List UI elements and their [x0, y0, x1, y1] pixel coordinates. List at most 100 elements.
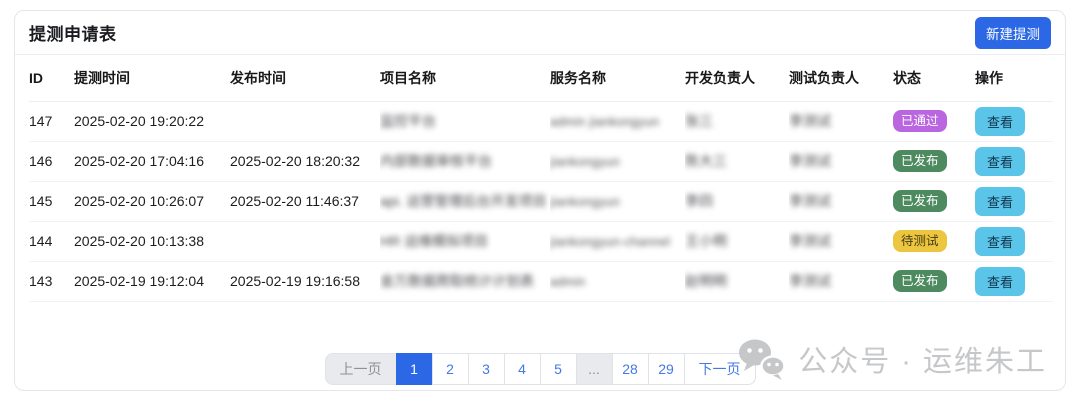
table-row: 1462025-02-20 17:04:162025-02-20 18:20:3…: [29, 141, 1053, 181]
cell-project-name: 内部数据审核平台: [380, 141, 550, 181]
cell-actions: 查看: [975, 141, 1053, 181]
pagination-page-29[interactable]: 29: [648, 353, 685, 385]
cell-status: 已发布: [893, 181, 975, 221]
blurred-dev-owner-text: 李四: [685, 193, 713, 209]
cell-publish-time: 2025-02-19 19:16:58: [230, 261, 380, 301]
status-badge: 已发布: [893, 270, 947, 293]
cell-service-name: jiankongyun: [550, 141, 685, 181]
pagination-ellipsis[interactable]: ...: [576, 353, 613, 385]
view-button[interactable]: 查看: [975, 267, 1025, 296]
blurred-test-owner-text: 李测试: [789, 193, 831, 209]
page-title: 提测申请表: [29, 20, 117, 45]
cell-service-name: admin jiankongyun: [550, 101, 685, 141]
pagination-page-4[interactable]: 4: [504, 353, 541, 385]
column-header-dev-owner: 开发负责人: [685, 55, 789, 101]
cell-test-owner: 李测试: [789, 261, 893, 301]
cell-publish-time: [230, 101, 380, 141]
blurred-dev-owner-text: 王小明: [685, 233, 727, 249]
view-button[interactable]: 查看: [975, 107, 1025, 136]
cell-id: 147: [29, 101, 74, 141]
cell-project-name: api. 运营管理后台开发项目: [380, 181, 550, 221]
cell-status: 待测试: [893, 221, 975, 261]
blurred-dev-owner-text: 张三: [685, 113, 713, 129]
cell-submit-time: 2025-02-20 10:13:38: [74, 221, 230, 261]
pagination-page-1[interactable]: 1: [396, 353, 433, 385]
cell-dev-owner: 王小明: [685, 221, 789, 261]
cell-project-name: HR 运维模拟项目: [380, 221, 550, 261]
blurred-service-text: admin: [550, 275, 586, 289]
pagination-page-2[interactable]: 2: [432, 353, 469, 385]
status-badge: 待测试: [893, 230, 947, 253]
blurred-dev-owner-text: 陈大三: [685, 153, 727, 169]
blurred-test-owner-text: 李测试: [789, 233, 831, 249]
cell-publish-time: [230, 221, 380, 261]
cell-id: 144: [29, 221, 74, 261]
blurred-test-owner-text: 李测试: [789, 273, 831, 289]
pagination-prev-button[interactable]: 上一页: [325, 353, 397, 385]
status-badge: 已发布: [893, 150, 947, 173]
cell-status: 已通过: [893, 101, 975, 141]
view-button[interactable]: 查看: [975, 227, 1025, 256]
cell-service-name: jiankongyun-channel: [550, 221, 685, 261]
cell-submit-time: 2025-02-20 10:26:07: [74, 181, 230, 221]
blurred-service-text: jiankongyun: [550, 155, 620, 169]
cell-id: 143: [29, 261, 74, 301]
cell-actions: 查看: [975, 101, 1053, 141]
cell-status: 已发布: [893, 141, 975, 181]
table-row: 1442025-02-20 10:13:38 HR 运维模拟项目 jiankongy…: [29, 221, 1053, 261]
pagination-page-3[interactable]: 3: [468, 353, 505, 385]
cell-dev-owner: 赵明明: [685, 261, 789, 301]
status-badge: 已发布: [893, 190, 947, 213]
blurred-service-text: jiankongyun-channel: [550, 235, 670, 249]
column-header-project-name: 项目名称: [380, 55, 550, 101]
table-row: 1452025-02-20 10:26:072025-02-20 11:46:3…: [29, 181, 1053, 221]
blurred-service-text: jiankongyun: [550, 195, 620, 209]
blurred-project-text: HR 运维模拟项目: [380, 233, 488, 249]
cell-id: 146: [29, 141, 74, 181]
cell-dev-owner: 张三: [685, 101, 789, 141]
column-header-publish-time: 发布时间: [230, 55, 380, 101]
cell-project-name: 监控平台: [380, 101, 550, 141]
cell-submit-time: 2025-02-20 17:04:16: [74, 141, 230, 181]
cell-submit-time: 2025-02-20 19:20:22: [74, 101, 230, 141]
blurred-test-owner-text: 李测试: [789, 113, 831, 129]
blurred-project-text: api. 运营管理后台开发项目: [380, 193, 546, 209]
cell-publish-time: 2025-02-20 18:20:32: [230, 141, 380, 181]
cell-actions: 查看: [975, 221, 1053, 261]
pagination-next-button[interactable]: 下一页: [684, 353, 756, 385]
blurred-service-text: admin jiankongyun: [550, 115, 659, 129]
view-button[interactable]: 查看: [975, 147, 1025, 176]
view-button[interactable]: 查看: [975, 187, 1025, 216]
column-header-submit-time: 提测时间: [74, 55, 230, 101]
test-request-table-wrap: ID 提测时间 发布时间 项目名称 服务名称 开发负责人 测试负责人 状态 操作…: [29, 55, 1051, 302]
cell-test-owner: 李测试: [789, 141, 893, 181]
new-test-request-button[interactable]: 新建提测: [975, 17, 1051, 49]
table-row: 1432025-02-19 19:12:042025-02-19 19:16:5…: [29, 261, 1053, 301]
table-row: 1472025-02-20 19:20:22 监控平台 admin jiankong…: [29, 101, 1053, 141]
cell-actions: 查看: [975, 261, 1053, 301]
cell-id: 145: [29, 181, 74, 221]
blurred-project-text: 内部数据审核平台: [380, 153, 492, 169]
column-header-actions: 操作: [975, 55, 1053, 101]
status-badge: 已通过: [893, 110, 947, 133]
test-request-table: ID 提测时间 发布时间 项目名称 服务名称 开发负责人 测试负责人 状态 操作…: [29, 55, 1053, 302]
cell-test-owner: 李测试: [789, 221, 893, 261]
pagination-page-28[interactable]: 28: [612, 353, 649, 385]
pagination: 上一页12345...2829下一页: [325, 353, 756, 385]
cell-service-name: admin: [550, 261, 685, 301]
column-header-status: 状态: [893, 55, 975, 101]
pagination-page-5[interactable]: 5: [540, 353, 577, 385]
panel-footer: 上一页12345...2829下一页: [15, 353, 1065, 385]
column-header-test-owner: 测试负责人: [789, 55, 893, 101]
cell-service-name: jiankongyun: [550, 181, 685, 221]
column-header-service-name: 服务名称: [550, 55, 685, 101]
blurred-project-text: 监控平台: [380, 113, 436, 129]
column-header-id: ID: [29, 55, 74, 101]
cell-status: 已发布: [893, 261, 975, 301]
cell-test-owner: 李测试: [789, 181, 893, 221]
blurred-dev-owner-text: 赵明明: [685, 273, 727, 289]
cell-submit-time: 2025-02-19 19:12:04: [74, 261, 230, 301]
cell-publish-time: 2025-02-20 11:46:37: [230, 181, 380, 221]
test-request-panel: 提测申请表 新建提测 ID 提测时间 发布时间 项目名称 服务名称 开发负责人 …: [14, 10, 1066, 391]
cell-test-owner: 李测试: [789, 101, 893, 141]
